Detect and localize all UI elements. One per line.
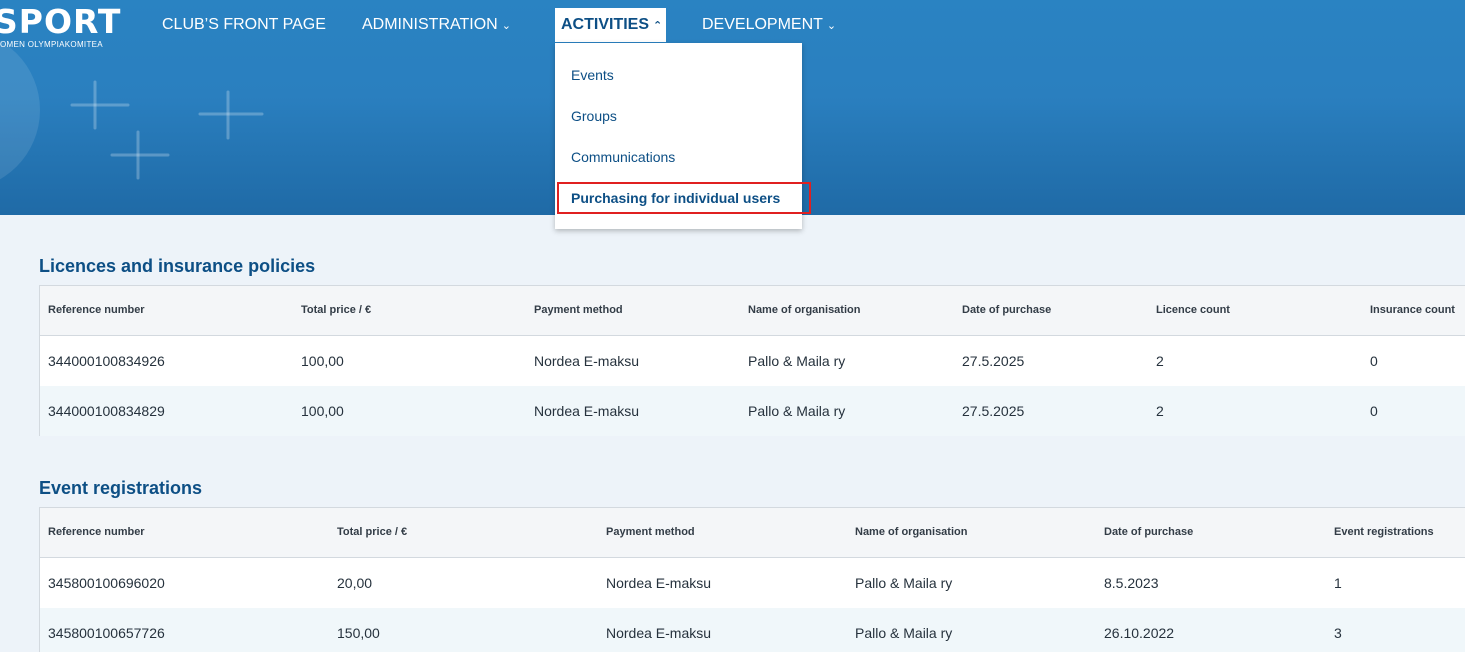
- cell-date: 27.5.2025: [962, 403, 1025, 419]
- table-row[interactable]: 345800100696020 20,00 Nordea E-maksu Pal…: [40, 558, 1465, 608]
- nav-label: DEVELOPMENT: [702, 16, 823, 33]
- column-header[interactable]: Insurance count: [1370, 304, 1455, 316]
- cell-price: 150,00: [337, 625, 380, 641]
- nav-label: ADMINISTRATION: [362, 16, 498, 33]
- cell-organisation: Pallo & Maila ry: [748, 353, 846, 369]
- cell-licence-count: 2: [1156, 403, 1164, 419]
- nav-label: ACTIVITIES: [561, 16, 650, 33]
- cell-price: 100,00: [301, 353, 344, 369]
- nav-development[interactable]: DEVELOPMENT ⌄: [696, 8, 842, 42]
- section-title-events: Event registrations: [39, 478, 203, 498]
- cell-payment: Nordea E-maksu: [606, 575, 712, 591]
- column-header[interactable]: Payment method: [606, 526, 695, 538]
- licences-table: Reference number Total price / € Payment…: [39, 285, 1465, 436]
- nav-administration[interactable]: ADMINISTRATION ⌄: [356, 8, 517, 42]
- column-header[interactable]: Total price / €: [337, 526, 407, 538]
- column-header[interactable]: Date of purchase: [1104, 526, 1193, 538]
- menu-item-communications[interactable]: Communications: [571, 149, 675, 165]
- cell-payment: Nordea E-maksu: [606, 625, 712, 641]
- cell-date: 27.5.2025: [962, 353, 1025, 369]
- cell-reference: 345800100657726: [48, 625, 165, 641]
- nav-club-front-page[interactable]: CLUB’S FRONT PAGE: [156, 8, 332, 42]
- table-row[interactable]: 345800100657726 150,00 Nordea E-maksu Pa…: [40, 608, 1465, 652]
- cell-reference: 345800100696020: [48, 575, 165, 591]
- cell-date: 8.5.2023: [1104, 575, 1159, 591]
- table-header: Reference number Total price / € Payment…: [40, 508, 1465, 558]
- events-table: Reference number Total price / € Payment…: [39, 507, 1465, 652]
- cell-event-registrations: 1: [1334, 575, 1342, 591]
- cell-event-registrations: 3: [1334, 625, 1342, 641]
- menu-item-groups[interactable]: Groups: [571, 108, 617, 124]
- column-header[interactable]: Name of organisation: [855, 526, 967, 538]
- column-header[interactable]: Reference number: [48, 304, 145, 316]
- cell-organisation: Pallo & Maila ry: [855, 625, 953, 641]
- column-header[interactable]: Date of purchase: [962, 304, 1051, 316]
- column-header[interactable]: Payment method: [534, 304, 623, 316]
- logo[interactable]: SPORT OMEN OLYMPIAKOMITEA: [0, 2, 122, 50]
- menu-item-events[interactable]: Events: [571, 67, 614, 83]
- cell-price: 20,00: [337, 575, 373, 591]
- cell-payment: Nordea E-maksu: [534, 353, 640, 369]
- cell-organisation: Pallo & Maila ry: [748, 403, 846, 419]
- section-title-licences: Licences and insurance policies: [39, 256, 316, 276]
- activities-dropdown: Events Groups Communications Purchasing …: [555, 43, 811, 229]
- cell-insurance-count: 0: [1370, 403, 1378, 419]
- chevron-down-icon: ⌄: [826, 20, 837, 32]
- column-header[interactable]: Total price / €: [301, 304, 371, 316]
- logo-wordmark: SPORT: [0, 2, 122, 41]
- column-header[interactable]: Reference number: [48, 526, 145, 538]
- cell-date: 26.10.2022: [1104, 625, 1175, 641]
- chevron-up-icon: ⌃: [653, 20, 663, 32]
- table-row[interactable]: 344000100834926 100,00 Nordea E-maksu Pa…: [40, 336, 1465, 386]
- chevron-down-icon: ⌄: [501, 20, 511, 32]
- cell-licence-count: 2: [1156, 353, 1164, 369]
- nav-activities[interactable]: ACTIVITIES ⌃: [555, 8, 666, 42]
- table-header: Reference number Total price / € Payment…: [40, 286, 1465, 336]
- column-header[interactable]: Event registrations: [1334, 526, 1434, 538]
- logo-subtitle: OMEN OLYMPIAKOMITEA: [0, 40, 103, 49]
- column-header[interactable]: Licence count: [1156, 304, 1230, 316]
- cell-organisation: Pallo & Maila ry: [855, 575, 953, 591]
- cell-price: 100,00: [301, 403, 344, 419]
- nav-label: CLUB’S FRONT PAGE: [162, 16, 326, 33]
- cell-payment: Nordea E-maksu: [534, 403, 640, 419]
- table-row[interactable]: 344000100834829 100,00 Nordea E-maksu Pa…: [40, 386, 1465, 436]
- cell-reference: 344000100834829: [48, 403, 165, 419]
- menu-item-purchasing-individual-users[interactable]: Purchasing for individual users: [571, 190, 780, 206]
- column-header[interactable]: Name of organisation: [748, 304, 860, 316]
- cell-reference: 344000100834926: [48, 353, 165, 369]
- cell-insurance-count: 0: [1370, 353, 1378, 369]
